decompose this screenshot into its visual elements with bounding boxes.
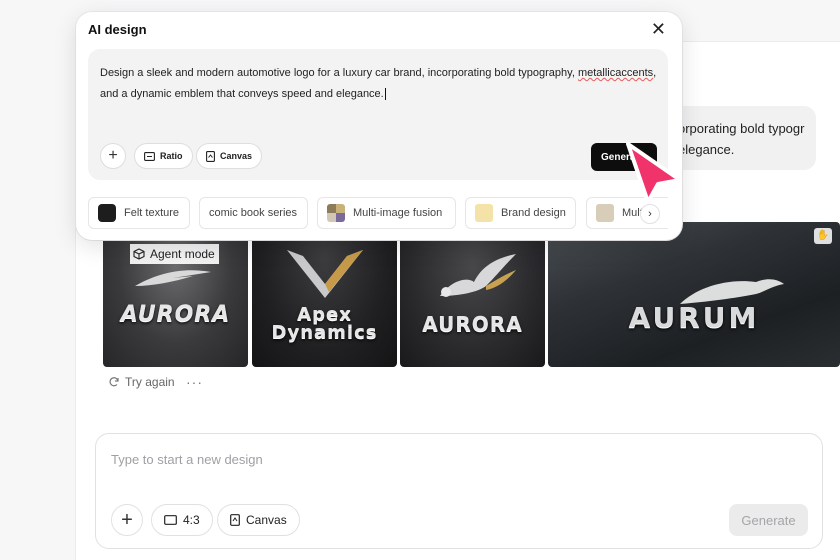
ratio-icon [144,151,155,161]
style-brand-design[interactable]: Brand design [465,197,576,229]
brand-design-icon [475,204,493,222]
bird-emblem-icon [680,279,784,304]
text-caret [384,88,386,100]
prompt-input[interactable]: Design a sleek and modern automotive log… [100,63,660,105]
v-emblem-icon [287,250,363,298]
logo-text-line: Apex [297,303,352,325]
prompt-text: , [653,67,657,79]
style-multi-image-fusion[interactable]: Multi-image fusion [317,197,456,229]
ratio-button[interactable]: Ratio [134,143,193,169]
plus-icon: + [121,508,133,531]
canvas-icon [206,150,215,162]
agent-mode-text: Agent mode [150,247,215,261]
cube-icon [133,248,145,260]
canvas-label: Canvas [246,513,287,527]
style-comic-book-series[interactable]: comic book series [199,197,308,229]
style-felt-texture[interactable]: Felt texture [88,197,190,229]
ai-badge-icon: ✋ [814,228,832,244]
try-again-button[interactable]: Try again [108,375,175,389]
result-image-2[interactable]: Apex Dynamics [252,222,397,367]
style-label: Brand design [501,207,566,219]
refresh-icon [109,377,119,387]
plus-icon: + [108,147,118,164]
canvas-label: Canvas [220,151,253,161]
multi-icon [596,204,614,222]
dialog-title: AI design [88,22,147,37]
felt-texture-icon [98,204,116,222]
canvas-button[interactable]: Canvas [217,504,300,536]
style-label: comic book series [209,207,298,219]
agent-mode-label[interactable]: Agent mode [130,244,219,264]
misspelled-word: metallicaccents [577,67,654,79]
eagle-emblem-icon [440,254,516,297]
logo-text-line: Dynamics [271,321,378,343]
canvas-button[interactable]: Canvas [196,143,263,169]
canvas-icon [230,514,240,526]
more-options-icon[interactable]: ··· [186,374,203,390]
ratio-label: Ratio [160,151,183,161]
logo-text: Apex Dynamics [271,303,378,343]
add-attachment-button[interactable]: + [100,143,126,169]
ratio-label: 4:3 [183,513,200,527]
multi-image-icon [327,204,345,222]
style-label: Felt texture [124,207,180,219]
swoosh-emblem-icon [135,270,211,286]
style-label: Multi-image fusion [353,207,443,219]
add-attachment-button[interactable]: + [111,504,143,536]
chevron-right-icon[interactable]: › [640,204,660,224]
result-image-3[interactable]: AURORA [400,222,545,367]
result-image-4[interactable]: AURUM ✋ [548,222,840,367]
prompt-text: and a dynamic emblem that conveys speed … [100,88,384,100]
logo-text: AURORA [120,302,231,327]
ai-design-dialog: AI design ✕ Design a sleek and modern au… [76,12,682,240]
ratio-icon [164,515,177,525]
composer-input[interactable]: Type to start a new design [111,452,263,467]
prompt-text: Design a sleek and modern automotive log… [100,67,578,79]
try-again-label: Try again [125,375,175,389]
pointer-cursor-icon [626,142,682,204]
composer-generate-button[interactable]: Generate [729,504,808,536]
aspect-ratio-button[interactable]: 4:3 [151,504,213,536]
new-design-composer: Type to start a new design + 4:3 Canvas … [95,433,823,549]
prompt-box: Design a sleek and modern automotive log… [88,49,668,180]
message-line: orporating bold typogr [678,121,805,136]
logo-text: AURORA [422,311,523,336]
close-icon[interactable]: ✕ [651,19,666,40]
style-presets: Felt texture comic book series Multi-ima… [88,197,668,229]
